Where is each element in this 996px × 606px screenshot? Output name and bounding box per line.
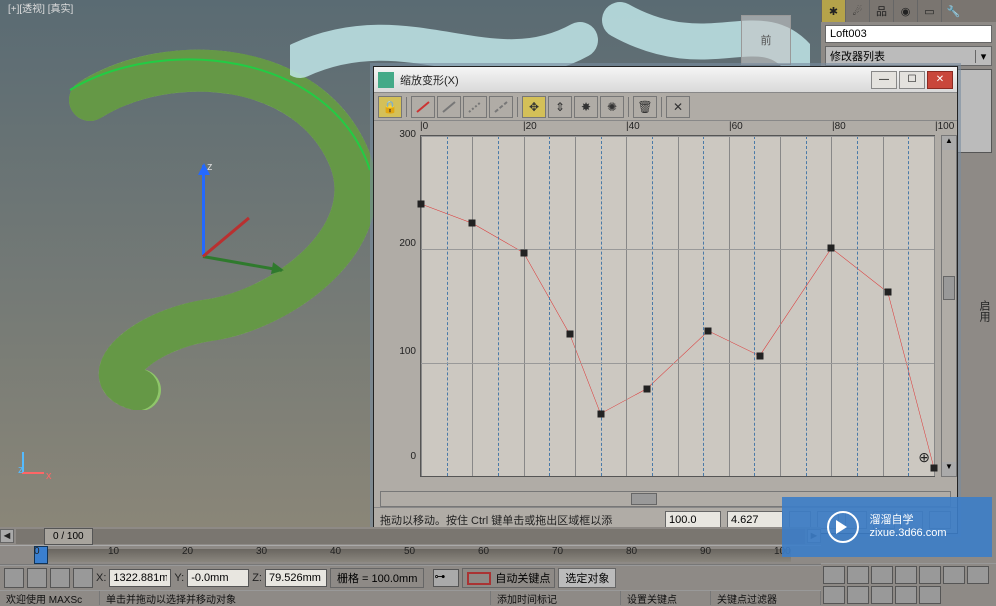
z-input[interactable] bbox=[265, 569, 327, 587]
viewcube[interactable]: 前 bbox=[741, 15, 791, 65]
viewport-label[interactable]: [+][透视] [真实] bbox=[8, 0, 73, 15]
display-tab[interactable]: ▭ bbox=[917, 0, 941, 22]
transform-type-icon[interactable] bbox=[73, 568, 93, 588]
lock-icon[interactable]: 🔒 bbox=[378, 96, 402, 118]
maximize-button[interactable]: ☐ bbox=[899, 71, 925, 89]
z-label: Z: bbox=[252, 572, 262, 584]
play-icon[interactable] bbox=[871, 566, 893, 584]
chevron-down-icon: ▾ bbox=[975, 50, 991, 63]
status-key-filter[interactable]: 关键点过滤器 bbox=[711, 591, 821, 605]
reset-curve-icon[interactable]: ✕ bbox=[666, 96, 690, 118]
move-point-icon[interactable]: ✥ bbox=[522, 96, 546, 118]
motion-tab[interactable]: ◉ bbox=[893, 0, 917, 22]
modify-tab[interactable]: ☄ bbox=[845, 0, 869, 22]
nav-zoom-all-icon[interactable] bbox=[823, 586, 845, 604]
key-icon[interactable]: ⊶ bbox=[433, 569, 459, 587]
insert-bezier-icon[interactable]: ✺ bbox=[600, 96, 624, 118]
goto-start-icon[interactable] bbox=[823, 566, 845, 584]
crosshair-cursor-icon: ⊕ bbox=[918, 449, 930, 466]
y-input[interactable] bbox=[187, 569, 249, 587]
nav-max-icon[interactable] bbox=[919, 586, 941, 604]
value2-input[interactable] bbox=[727, 511, 783, 529]
app-icon bbox=[378, 72, 394, 88]
status-hint: 拖动以移动。按住 Ctrl 键单击或拖出区域框以添 bbox=[380, 512, 659, 528]
timeline-left-arrow-icon[interactable]: ◄ bbox=[0, 529, 14, 543]
prev-frame-icon[interactable] bbox=[847, 566, 869, 584]
y-label: Y: bbox=[174, 572, 184, 584]
modifier-list-label: 修改器列表 bbox=[826, 48, 975, 64]
curve-gray1-icon[interactable] bbox=[437, 96, 461, 118]
window-titlebar[interactable]: 缩放变形(X) — ☐ ✕ bbox=[374, 67, 957, 93]
status-add-time-tag[interactable]: 添加时间标记 bbox=[491, 591, 621, 605]
curve-red-icon[interactable] bbox=[411, 96, 435, 118]
auto-key-toggle[interactable]: 自动关键点 bbox=[462, 568, 555, 588]
create-tab[interactable]: ✱ bbox=[821, 0, 845, 22]
grid-display: 栅格 = 100.0mm bbox=[330, 568, 424, 588]
curve-gray3-icon[interactable] bbox=[489, 96, 513, 118]
x-input[interactable] bbox=[109, 569, 171, 587]
insert-corner-icon[interactable]: ✸ bbox=[574, 96, 598, 118]
lock-selection-icon[interactable] bbox=[4, 568, 24, 588]
y-axis: 3002001000 bbox=[374, 121, 420, 491]
utilities-tab[interactable]: 🔧 bbox=[941, 0, 965, 22]
modifier-list-dropdown[interactable]: 修改器列表 ▾ bbox=[825, 46, 992, 66]
next-frame-icon[interactable] bbox=[895, 566, 917, 584]
selected-object-dropdown[interactable]: 选定对象 bbox=[558, 568, 616, 588]
enable-label: 启用 bbox=[976, 300, 992, 322]
nav-fov-icon[interactable] bbox=[847, 586, 869, 604]
playback-controls bbox=[821, 563, 996, 605]
nav-orbit-icon[interactable] bbox=[895, 586, 917, 604]
x-axis: |0|20|40|60|80|100 bbox=[420, 121, 935, 135]
deform-toolbar: 🔒 ✥ ⇕ ✸ ✺ 🗑 ✕ bbox=[374, 93, 957, 121]
status-welcome: 欢迎使用 MAXSc bbox=[0, 591, 100, 605]
curve-gray2-icon[interactable] bbox=[463, 96, 487, 118]
nav-pan-icon[interactable] bbox=[871, 586, 893, 604]
scale-deformation-window: 缩放变形(X) — ☐ ✕ 🔒 ✥ ⇕ ✸ ✺ 🗑 ✕ 3002001000 |… bbox=[373, 66, 958, 534]
x-label: X: bbox=[96, 572, 106, 584]
play-circle-icon bbox=[827, 511, 859, 543]
time-slider-head[interactable]: 0 / 100 bbox=[44, 528, 93, 545]
time-slider[interactable]: ◄ 0 / 100 ► bbox=[0, 527, 821, 545]
object-name-field[interactable]: Loft003 bbox=[825, 25, 992, 43]
hierarchy-tab[interactable]: 品 bbox=[869, 0, 893, 22]
keymode-icon[interactable] bbox=[27, 568, 47, 588]
status-bar: 欢迎使用 MAXSc 单击并拖动以选择并移动对象 添加时间标记 设置关键点 关键… bbox=[0, 590, 821, 605]
axis-tripod: zx bbox=[16, 446, 52, 482]
coordinate-bar: X: Y: Z: 栅格 = 100.0mm ⊶ 自动关键点 选定对象 bbox=[0, 565, 821, 590]
value1-input[interactable] bbox=[665, 511, 721, 529]
time-config-icon[interactable] bbox=[943, 566, 965, 584]
close-button[interactable]: ✕ bbox=[927, 71, 953, 89]
goto-end-icon[interactable] bbox=[919, 566, 941, 584]
vertical-scrollbar[interactable]: ▲▼ bbox=[941, 135, 957, 477]
time-ruler[interactable]: 0102030405060708090100 bbox=[0, 545, 821, 565]
abs-rel-icon[interactable] bbox=[50, 568, 70, 588]
minimize-button[interactable]: — bbox=[871, 71, 897, 89]
watermark-brand: 溜溜自学 bbox=[869, 514, 946, 527]
transform-gizmo[interactable]: z bbox=[185, 165, 295, 295]
window-title: 缩放变形(X) bbox=[400, 72, 871, 88]
status-hint: 单击并拖动以选择并移动对象 bbox=[100, 591, 491, 605]
deform-graph[interactable]: 3002001000 |0|20|40|60|80|100 ⊕ ▲▼ bbox=[374, 121, 957, 491]
delete-point-icon[interactable]: 🗑 bbox=[633, 96, 657, 118]
plot-area[interactable]: ⊕ bbox=[420, 135, 935, 477]
status-set-key[interactable]: 设置关键点 bbox=[621, 591, 711, 605]
watermark: 溜溜自学 zixue.3d66.com bbox=[782, 497, 992, 557]
scale-point-icon[interactable]: ⇕ bbox=[548, 96, 572, 118]
watermark-url: zixue.3d66.com bbox=[869, 527, 946, 540]
nav-zoom-icon[interactable] bbox=[967, 566, 989, 584]
